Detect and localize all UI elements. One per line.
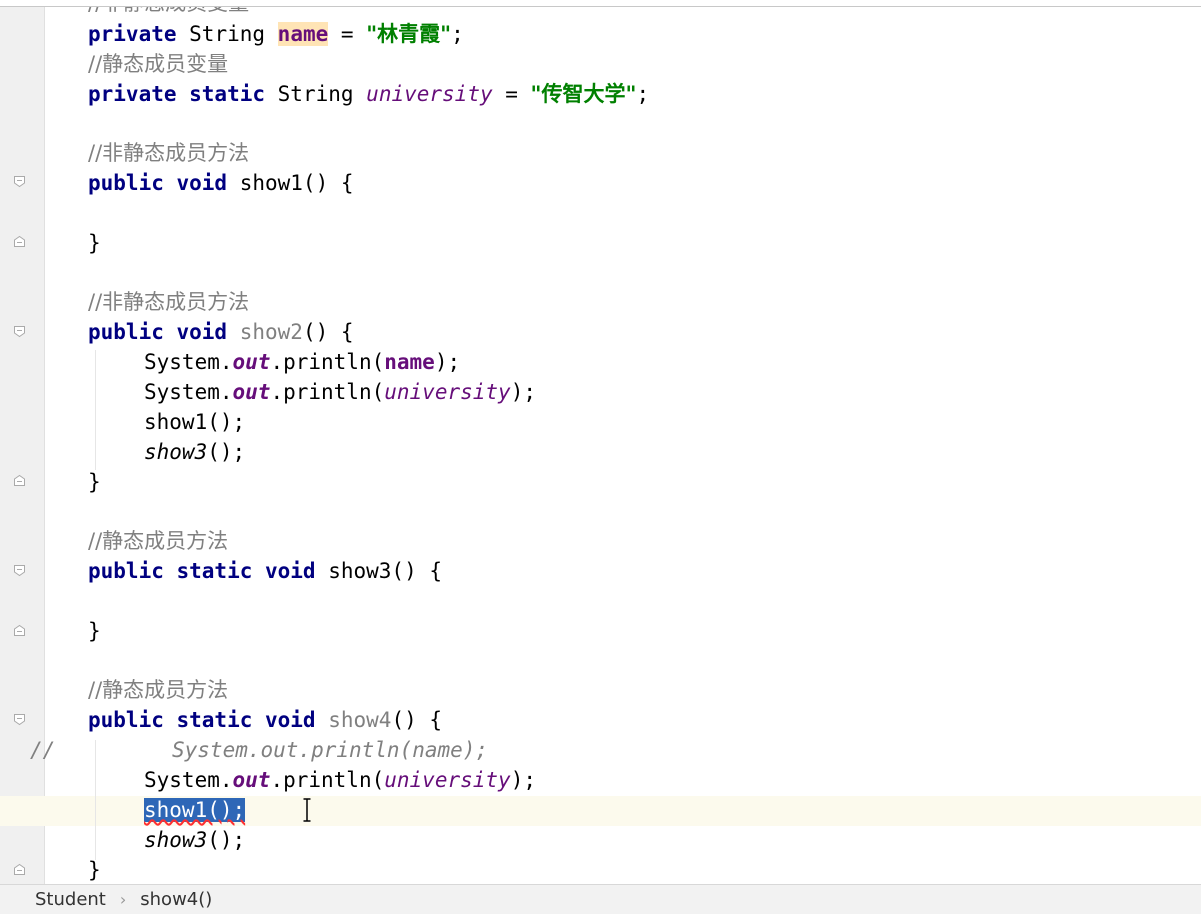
- code-line-show3-call: show3();: [144, 440, 246, 464]
- code-editor[interactable]: //非静态成员变量 private String name = "林青霞"; /…: [0, 0, 1201, 884]
- code-line-close-brace: }: [88, 470, 101, 494]
- code-line-show2-decl: public void show2() {: [88, 320, 354, 344]
- editor-top-border: [0, 0, 1201, 7]
- code-line-close-brace: }: [88, 858, 101, 882]
- fold-open-icon[interactable]: [13, 175, 26, 188]
- code-line-selected-show1[interactable]: show1();: [144, 795, 246, 825]
- text-selection[interactable]: show1();: [144, 798, 246, 822]
- breadcrumb-method[interactable]: show4(): [140, 885, 212, 915]
- code-line-println-university: System.out.println(university);: [144, 768, 536, 792]
- code-line-show4-decl: public static void show4() {: [88, 708, 443, 732]
- indent-guide: [95, 350, 96, 470]
- code-line-show1-decl: public void show1() {: [88, 171, 354, 195]
- fold-close-icon[interactable]: [13, 235, 26, 248]
- breadcrumb-class[interactable]: Student: [35, 885, 106, 915]
- fold-open-icon[interactable]: [13, 325, 26, 338]
- code-line-println-university: System.out.println(university);: [144, 380, 536, 404]
- code-line-comment: //非静态成员方法: [88, 141, 250, 165]
- fold-open-icon[interactable]: [13, 564, 26, 577]
- code-line-comment: //静态成员方法: [88, 678, 229, 702]
- code-line-show3-decl: public static void show3() {: [88, 559, 443, 583]
- code-line-name-field: private String name = "林青霞";: [88, 22, 464, 46]
- fold-close-icon[interactable]: [13, 863, 26, 876]
- code-line-comment: //静态成员变量: [88, 52, 229, 76]
- code-line-university-field: private static String university = "传智大学…: [88, 82, 650, 106]
- text-cursor-icon: [303, 798, 311, 822]
- code-line-println-name: System.out.println(name);: [144, 350, 461, 374]
- code-line-close-brace: }: [88, 619, 101, 643]
- code-line-close-brace: }: [88, 231, 101, 255]
- breadcrumb-bar: Student › show4(): [0, 884, 1201, 914]
- fold-close-icon[interactable]: [13, 474, 26, 487]
- breadcrumb: Student › show4(): [35, 885, 212, 915]
- code-line-comment: //非静态成员方法: [88, 290, 250, 314]
- indent-guide: [95, 740, 96, 860]
- breadcrumb-separator-icon: ›: [119, 890, 127, 909]
- fold-close-icon[interactable]: [13, 624, 26, 637]
- code-line-show3-call: show3();: [144, 828, 246, 852]
- fold-open-icon[interactable]: [13, 713, 26, 726]
- code-line-comment: //静态成员方法: [88, 529, 229, 553]
- code-line-show1-call: show1();: [144, 410, 246, 434]
